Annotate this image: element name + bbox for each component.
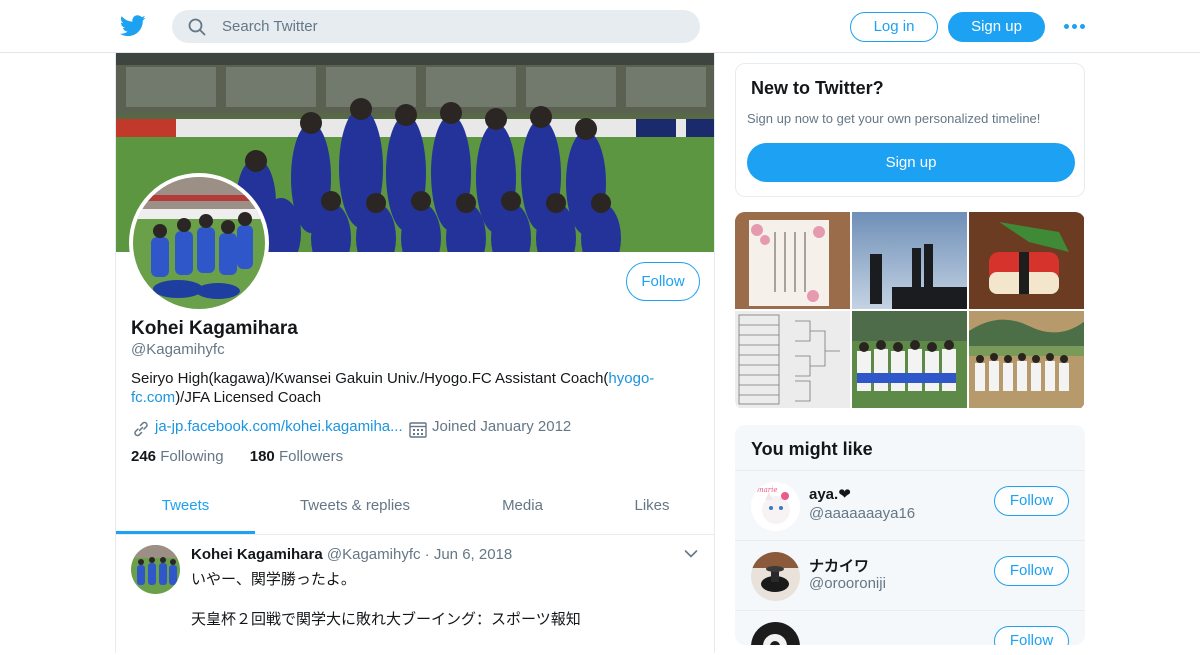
profile-bio: Seiryo High(kagawa)/Kwansei Gakuin Univ.… xyxy=(131,369,671,407)
profile-website-link[interactable]: ja-jp.facebook.com/kohei.kagamiha... xyxy=(155,418,403,435)
you-might-like-title: You might like xyxy=(751,439,873,459)
suggested-user-row[interactable]: ナカイワ @orooroniji Follow xyxy=(735,540,1085,610)
tweet-author-name[interactable]: Kohei Kagamihara xyxy=(191,546,323,563)
joined-date: Joined January 2012 xyxy=(432,418,572,435)
photos-and-videos-grid xyxy=(735,212,1085,410)
profile-handle: @Kagamihyfc xyxy=(131,341,225,358)
media-thumbnail[interactable] xyxy=(852,212,967,309)
bio-text-end: )/JFA Licensed Coach xyxy=(175,389,322,406)
twitter-bird-icon[interactable] xyxy=(120,14,146,38)
tab-media[interactable]: Media xyxy=(455,486,590,534)
tweet-header: Kohei Kagamihara @Kagamihyfc · Jun 6, 20… xyxy=(191,546,512,563)
suggested-user-avatar[interactable] xyxy=(751,552,800,601)
suggested-user-handle[interactable]: @orooroniji xyxy=(809,575,886,592)
suggested-user-name[interactable]: ナカイワ xyxy=(809,555,869,576)
svg-text:marie: marie xyxy=(757,486,778,494)
top-navigation-bar: Log in Sign up xyxy=(0,0,1200,53)
following-count: 246 xyxy=(131,448,157,465)
followers-link[interactable]: 180 Followers xyxy=(250,448,343,465)
suggested-user-name[interactable]: aya.❤ xyxy=(809,485,851,503)
signup-button[interactable]: Sign up xyxy=(948,12,1045,42)
suggested-user-handle[interactable]: @aaaaaaaya16 xyxy=(809,505,915,522)
tweet-item[interactable]: Kohei Kagamihara @Kagamihyfc · Jun 6, 20… xyxy=(116,535,714,655)
profile-column: Follow Kohei Kagamihara @Kagamihyfc Seir… xyxy=(115,53,715,653)
you-might-like-panel: You might like marie aya.❤ @aaaaaaaya16 … xyxy=(735,425,1085,645)
suggested-user-avatar[interactable] xyxy=(751,622,800,645)
signup-card-title: New to Twitter? xyxy=(751,78,884,98)
suggested-user-row[interactable]: Follow xyxy=(735,610,1085,645)
media-thumbnail[interactable] xyxy=(735,212,850,309)
followers-count: 180 xyxy=(249,448,275,465)
suggested-user-follow-button[interactable]: Follow xyxy=(994,626,1069,645)
profile-avatar[interactable] xyxy=(129,173,269,313)
tweet-author-handle[interactable]: @Kagamihyfc xyxy=(327,546,421,563)
new-to-twitter-card: New to Twitter? Sign up now to get your … xyxy=(735,63,1085,197)
signup-card-button[interactable]: Sign up xyxy=(747,143,1075,182)
tab-tweets[interactable]: Tweets xyxy=(116,486,255,534)
media-thumbnail[interactable] xyxy=(969,212,1084,309)
tab-tweets-and-replies[interactable]: Tweets & replies xyxy=(255,486,455,534)
tweet-text-line: 天皇杯２回戦で関学大に敗れ大ブーイング：スポーツ報知 xyxy=(191,611,581,628)
tweet-separator: · xyxy=(424,546,430,563)
login-button[interactable]: Log in xyxy=(850,12,938,42)
suggested-user-follow-button[interactable]: Follow xyxy=(994,486,1069,516)
tweet-date[interactable]: Jun 6, 2018 xyxy=(434,546,512,563)
tweet-text-line: いやー、関学勝ったよ。 xyxy=(191,571,356,588)
profile-name: Kohei Kagamihara xyxy=(131,318,298,339)
bio-text-start: Seiryo High(kagawa)/Kwansei Gakuin Univ.… xyxy=(131,370,609,387)
signup-card-subtitle: Sign up now to get your own personalized… xyxy=(747,111,1041,126)
search-box[interactable] xyxy=(172,10,700,43)
following-link[interactable]: 246 Following xyxy=(131,448,224,465)
follow-counts: 246 Following 180 Followers xyxy=(131,448,343,465)
media-thumbnail[interactable] xyxy=(969,311,1084,408)
tab-likes[interactable]: Likes xyxy=(590,486,714,534)
followers-label: Followers xyxy=(278,448,344,465)
follow-button[interactable]: Follow xyxy=(626,262,700,301)
calendar-icon xyxy=(409,422,427,438)
more-options-icon[interactable] xyxy=(1064,18,1086,34)
suggested-user-follow-button[interactable]: Follow xyxy=(994,556,1069,586)
suggested-user-row[interactable]: marie aya.❤ @aaaaaaaya16 Follow xyxy=(735,470,1085,540)
chevron-down-icon[interactable] xyxy=(684,549,698,559)
media-thumbnail[interactable] xyxy=(852,311,967,408)
search-icon xyxy=(188,18,206,36)
suggested-user-avatar[interactable]: marie xyxy=(751,482,800,531)
profile-tabs: Tweets Tweets & replies Media Likes xyxy=(116,486,714,535)
following-label: Following xyxy=(160,448,224,465)
link-icon xyxy=(134,421,148,437)
tweet-author-avatar[interactable] xyxy=(131,545,180,594)
media-thumbnail[interactable] xyxy=(735,311,850,408)
search-input[interactable] xyxy=(222,10,682,43)
